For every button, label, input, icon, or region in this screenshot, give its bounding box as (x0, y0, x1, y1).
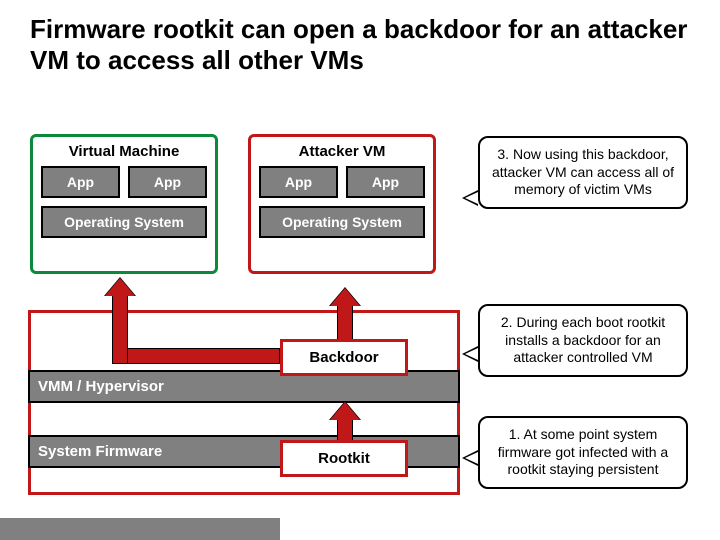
callout-tail-icon (462, 190, 478, 206)
victim-os: Operating System (41, 206, 207, 238)
attacker-app: App (259, 166, 338, 198)
attacker-vm-label: Attacker VM (259, 143, 425, 160)
rootkit-badge: Rootkit (280, 440, 408, 477)
callout-tail-icon (462, 450, 478, 466)
victim-app: App (128, 166, 207, 198)
victim-apps-row: App App (41, 166, 207, 198)
attacker-apps-row: App App (259, 166, 425, 198)
callout-step-2: 2. During each boot rootkit installs a b… (478, 304, 688, 377)
attacker-os: Operating System (259, 206, 425, 238)
attacker-vm-box: Attacker VM App App Operating System (248, 134, 436, 274)
victim-vm-label: Virtual Machine (41, 143, 207, 160)
backdoor-badge: Backdoor (280, 339, 408, 376)
arrow-rootkit-to-backdoor-icon (332, 402, 358, 442)
slide-title: Firmware rootkit can open a backdoor for… (30, 14, 690, 76)
callout-tail-icon (462, 346, 478, 362)
victim-app: App (41, 166, 120, 198)
victim-vm-box: Virtual Machine App App Operating System (30, 134, 218, 274)
arrow-backdoor-to-attacker-icon (332, 288, 358, 340)
callout-step-1: 1. At some point system firmware got inf… (478, 416, 688, 489)
callout-step-3: 3. Now using this backdoor, attacker VM … (478, 136, 688, 209)
footer-bar (0, 518, 280, 540)
attacker-app: App (346, 166, 425, 198)
